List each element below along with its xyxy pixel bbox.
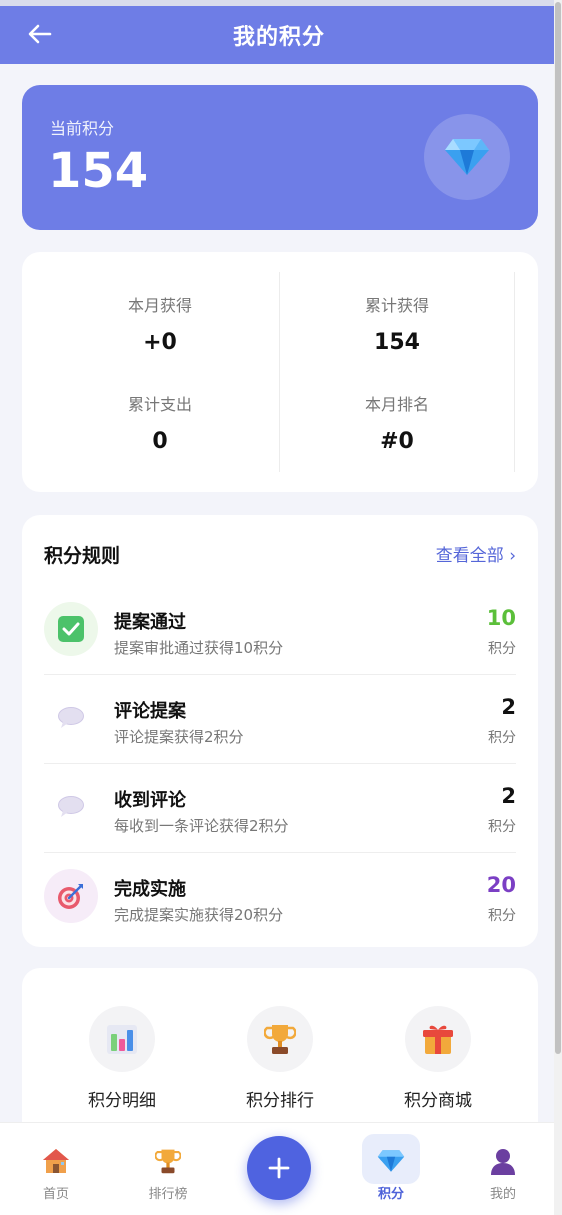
- arrow-left-icon: [28, 24, 52, 44]
- tab-icon: [351, 1145, 431, 1177]
- trophy-icon: [155, 1149, 181, 1174]
- current-points-value: 154: [48, 143, 149, 199]
- back-button[interactable]: [20, 14, 60, 54]
- action-icon: [89, 1006, 155, 1072]
- check-box-icon: [58, 616, 84, 642]
- stat-value: 0: [152, 429, 168, 454]
- plus-icon: [268, 1157, 290, 1179]
- tab-ranking[interactable]: 排行榜: [128, 1145, 208, 1202]
- rule-points: 20: [486, 873, 516, 897]
- tab-me[interactable]: 我的: [463, 1145, 543, 1202]
- stat-value: +0: [143, 330, 177, 355]
- diamond-icon: [445, 139, 489, 175]
- points-stats-card: 本月获得 +0 累计获得 154 累计支出 0 本月排名 #0: [22, 252, 538, 492]
- tab-label: 首页: [42, 1187, 69, 1202]
- stat-label: 本月获得: [127, 296, 192, 315]
- action-points-detail[interactable]: 积分明细: [62, 1006, 182, 1111]
- action-label: 积分排行: [246, 1091, 314, 1111]
- rule-row: 评论提案 评论提案获得2积分 2 积分: [44, 675, 516, 764]
- tab-icon: [463, 1145, 543, 1177]
- stat-value: 154: [374, 330, 420, 355]
- rule-unit: 积分: [488, 819, 516, 835]
- target-icon: [58, 884, 83, 909]
- rule-desc: 每收到一条评论获得2积分: [114, 817, 289, 835]
- tab-label: 我的: [489, 1187, 516, 1202]
- points-rules-card: 积分规则 查看全部 › 提案通过 提案审批通过获得10积分 10 积分 评论提案: [22, 515, 538, 947]
- rule-unit: 积分: [488, 641, 516, 657]
- stat-month-rank: 本月排名 #0: [279, 391, 515, 454]
- rule-unit: 积分: [488, 908, 516, 924]
- bar-chart-icon: [107, 1025, 137, 1054]
- stat-label: 本月排名: [364, 395, 429, 414]
- rules-title: 积分规则: [44, 545, 121, 567]
- diamond-badge: [424, 114, 510, 200]
- rule-icon: [44, 780, 98, 834]
- speech-bubble-icon: [58, 707, 84, 728]
- rule-name: 评论提案: [114, 701, 186, 722]
- rule-points: 2: [501, 784, 516, 808]
- current-points-card: 当前积分 154: [22, 85, 538, 230]
- speech-bubble-icon: [58, 796, 84, 817]
- view-all-link[interactable]: 查看全部 ›: [436, 541, 516, 566]
- stat-total-spent: 累计支出 0: [42, 391, 278, 454]
- scrollbar-thumb[interactable]: [555, 2, 561, 1054]
- tab-icon: [16, 1145, 96, 1177]
- action-points-ranking[interactable]: 积分排行: [220, 1006, 340, 1111]
- diamond-icon: [377, 1150, 405, 1172]
- trophy-icon: [264, 1025, 296, 1054]
- app-root: 我的积分 当前积分 154 本月获得 +0 累计获得 154 累计支出 0 本月…: [0, 0, 554, 1215]
- action-label: 积分商城: [404, 1091, 472, 1111]
- rule-row: 收到评论 每收到一条评论获得2积分 2 积分: [44, 764, 516, 853]
- tab-icon: [128, 1145, 208, 1177]
- scrollbar-track[interactable]: [554, 0, 562, 1215]
- rule-points: 10: [486, 606, 516, 630]
- rule-desc: 评论提案获得2积分: [114, 728, 244, 746]
- rule-desc: 完成提案实施获得20积分: [114, 906, 284, 924]
- current-points-label: 当前积分: [50, 119, 115, 138]
- action-icon: [247, 1006, 313, 1072]
- action-points-mall[interactable]: 积分商城: [378, 1006, 498, 1111]
- action-label: 积分明细: [88, 1091, 156, 1111]
- stat-total-earned: 累计获得 154: [279, 292, 515, 355]
- stat-value: #0: [380, 429, 414, 454]
- tab-label: 排行榜: [148, 1187, 188, 1202]
- rule-points: 2: [501, 695, 516, 719]
- rule-name: 提案通过: [114, 612, 186, 633]
- rule-icon: [44, 869, 98, 923]
- rule-icon: [44, 602, 98, 656]
- quick-actions-card: 积分明细 积分排行 积分商城: [22, 968, 538, 1138]
- gift-icon: [423, 1025, 453, 1054]
- page-title: 我的积分: [232, 25, 325, 50]
- stat-label: 累计支出: [127, 395, 192, 414]
- house-icon: [43, 1149, 69, 1173]
- stat-label: 累计获得: [364, 296, 429, 315]
- action-icon: [405, 1006, 471, 1072]
- rule-name: 收到评论: [114, 790, 186, 811]
- bottom-tab-bar: 首页 排行榜 积分 我的: [0, 1122, 554, 1215]
- tab-home[interactable]: 首页: [16, 1145, 96, 1202]
- tab-points[interactable]: 积分: [351, 1145, 431, 1202]
- page-header: 我的积分: [0, 6, 554, 64]
- rule-row: 完成实施 完成提案实施获得20积分 20 积分: [44, 853, 516, 942]
- rule-unit: 积分: [488, 730, 516, 746]
- rule-icon: [44, 691, 98, 745]
- rule-row: 提案通过 提案审批通过获得10积分 10 积分: [44, 586, 516, 675]
- tab-label: 积分: [377, 1187, 404, 1202]
- stat-month-earned: 本月获得 +0: [42, 292, 278, 355]
- add-proposal-button[interactable]: [247, 1136, 311, 1200]
- rule-desc: 提案审批通过获得10积分: [114, 639, 284, 657]
- user-icon: [491, 1149, 515, 1175]
- rule-name: 完成实施: [114, 879, 186, 900]
